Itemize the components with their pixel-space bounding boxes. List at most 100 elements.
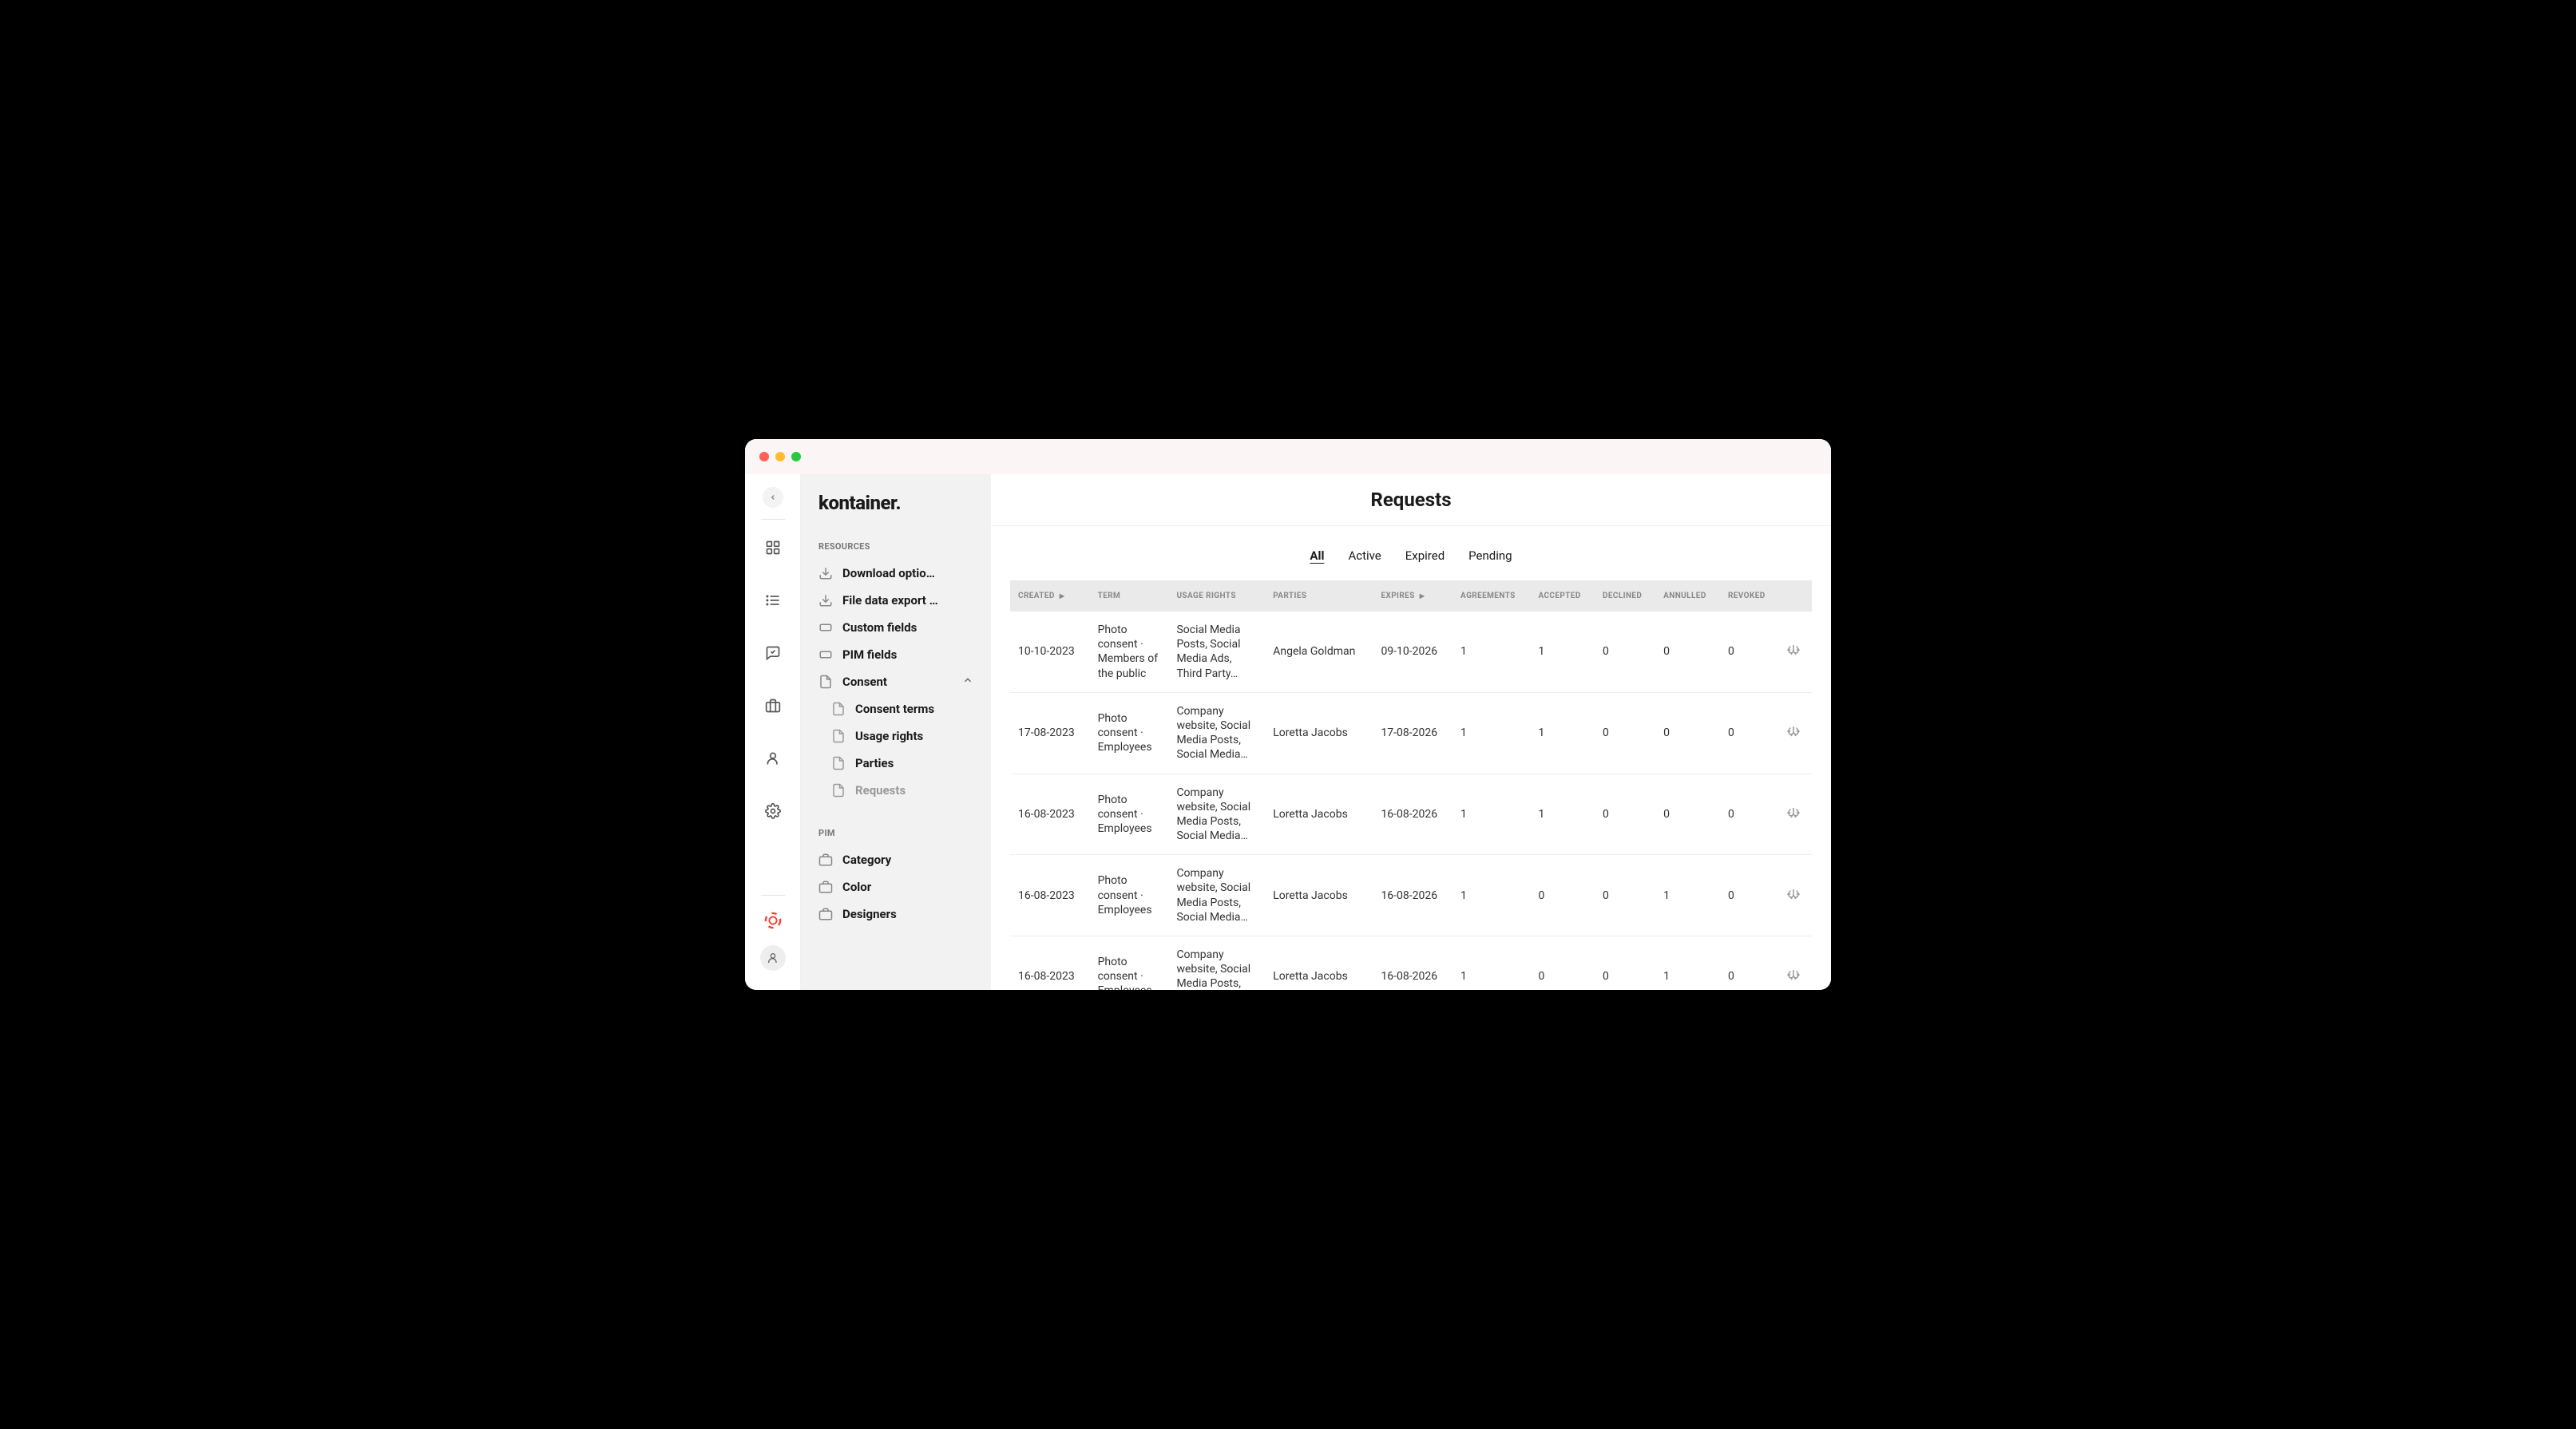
cell-expires: 16-08-2026 [1373,936,1452,991]
recycle-icon[interactable] [1786,972,1801,985]
document-icon [831,756,846,770]
help-icon[interactable] [764,912,782,929]
nav-label: Consent terms [855,702,934,716]
nav-label: Parties [855,756,894,770]
cell-term: Photo consent · Members of the public [1090,612,1169,692]
col-accepted[interactable]: ACCEPTED [1530,580,1595,612]
maximize-window-button[interactable] [791,452,801,461]
cell-action [1778,936,1812,991]
nav-custom-fields[interactable]: Custom fields [801,614,991,641]
cell-annulled: 1 [1655,855,1720,936]
col-revoked[interactable]: REVOKED [1720,580,1778,612]
cell-created: 16-08-2023 [1010,855,1090,936]
cell-revoked: 0 [1720,774,1778,855]
list-icon[interactable] [764,592,782,609]
page-header: Requests [991,474,1831,526]
col-expires[interactable]: EXPIRES▶ [1373,580,1452,612]
cell-term: Photo consent · Employees [1090,692,1169,774]
col-actions [1778,580,1812,612]
close-window-button[interactable] [759,452,769,461]
cell-annulled: 0 [1655,612,1720,692]
download-icon [818,593,833,608]
nav-file-data-export[interactable]: File data export … [801,587,991,614]
nav-designers[interactable]: Designers [801,901,991,928]
table-row[interactable]: 16-08-2023 Photo consent · Employees Com… [1010,936,1812,991]
cell-agreements: 1 [1452,774,1530,855]
nav-requests[interactable]: Requests [801,777,991,804]
nav-category[interactable]: Category [801,846,991,873]
cell-action [1778,855,1812,936]
nav-consent[interactable]: Consent [801,668,991,695]
user-avatar[interactable] [760,945,786,971]
nav-pim-fields[interactable]: PIM fields [801,641,991,668]
table-row[interactable]: 17-08-2023 Photo consent · Employees Com… [1010,692,1812,774]
app-window: kontainer. RESOURCES Download optio… Fil… [745,439,1831,990]
cell-action [1778,612,1812,692]
nav-usage-rights[interactable]: Usage rights [801,722,991,750]
cell-usage: Social Media Posts, Social Media Ads, Th… [1168,612,1265,692]
document-icon [831,783,846,798]
col-term[interactable]: TERM [1090,580,1169,612]
filter-all[interactable]: All [1310,548,1324,563]
field-icon [818,647,833,662]
section-label-pim: PIM [801,828,991,846]
col-created[interactable]: CREATED▶ [1010,580,1090,612]
rail-divider [761,895,785,896]
user-icon [767,952,779,964]
nav-consent-terms[interactable]: Consent terms [801,695,991,722]
col-usage[interactable]: USAGE RIGHTS [1168,580,1265,612]
cell-declined: 0 [1595,855,1655,936]
nav-color[interactable]: Color [801,873,991,901]
user-icon[interactable] [764,750,782,767]
table-row[interactable]: 16-08-2023 Photo consent · Employees Com… [1010,855,1812,936]
cell-declined: 0 [1595,774,1655,855]
cell-annulled: 1 [1655,936,1720,991]
col-declined[interactable]: DECLINED [1595,580,1655,612]
gear-icon[interactable] [764,802,782,820]
nav-label: Consent [842,675,887,689]
col-agreements[interactable]: AGREEMENTS [1452,580,1530,612]
chevron-up-icon [962,675,973,689]
cell-action [1778,774,1812,855]
sort-icon: ▶ [1420,592,1425,600]
nav-parties[interactable]: Parties [801,750,991,777]
main-content: Requests All Active Expired Pending CREA… [991,474,1831,990]
cell-action [1778,692,1812,774]
cell-term: Photo consent · Employees [1090,936,1169,991]
cell-annulled: 0 [1655,692,1720,774]
chat-icon[interactable] [764,644,782,662]
recycle-icon[interactable] [1786,729,1801,742]
cell-usage: Company website, Social Media Posts, Soc… [1168,936,1265,991]
back-button[interactable] [763,487,783,508]
table-wrap: CREATED▶ TERM USAGE RIGHTS PARTIES EXPIR… [991,580,1831,990]
cell-created: 16-08-2023 [1010,936,1090,991]
cell-revoked: 0 [1720,612,1778,692]
filter-expired[interactable]: Expired [1405,548,1445,563]
filter-pending[interactable]: Pending [1468,548,1512,563]
briefcase-icon[interactable] [764,697,782,714]
page-title: Requests [991,489,1831,511]
nav-download-options[interactable]: Download optio… [801,560,991,587]
cell-parties: Loretta Jacobs [1265,692,1373,774]
cell-revoked: 0 [1720,936,1778,991]
col-annulled[interactable]: ANNULLED [1655,580,1720,612]
col-parties[interactable]: PARTIES [1265,580,1373,612]
recycle-icon[interactable] [1786,892,1801,905]
filter-active[interactable]: Active [1348,548,1381,563]
cell-declined: 0 [1595,612,1655,692]
nav-rail [745,474,801,990]
filter-tabs: All Active Expired Pending [991,526,1831,580]
table-row[interactable]: 10-10-2023 Photo consent · Members of th… [1010,612,1812,692]
briefcase-icon [818,853,833,867]
table-row[interactable]: 16-08-2023 Photo consent · Employees Com… [1010,774,1812,855]
nav-label: Usage rights [855,729,923,743]
grid-icon[interactable] [764,539,782,556]
cell-expires: 16-08-2026 [1373,774,1452,855]
minimize-window-button[interactable] [775,452,785,461]
cell-usage: Company website, Social Media Posts, Soc… [1168,774,1265,855]
cell-term: Photo consent · Employees [1090,855,1169,936]
cell-parties: Loretta Jacobs [1265,936,1373,991]
recycle-icon[interactable] [1786,647,1801,660]
cell-term: Photo consent · Employees [1090,774,1169,855]
recycle-icon[interactable] [1786,810,1801,823]
